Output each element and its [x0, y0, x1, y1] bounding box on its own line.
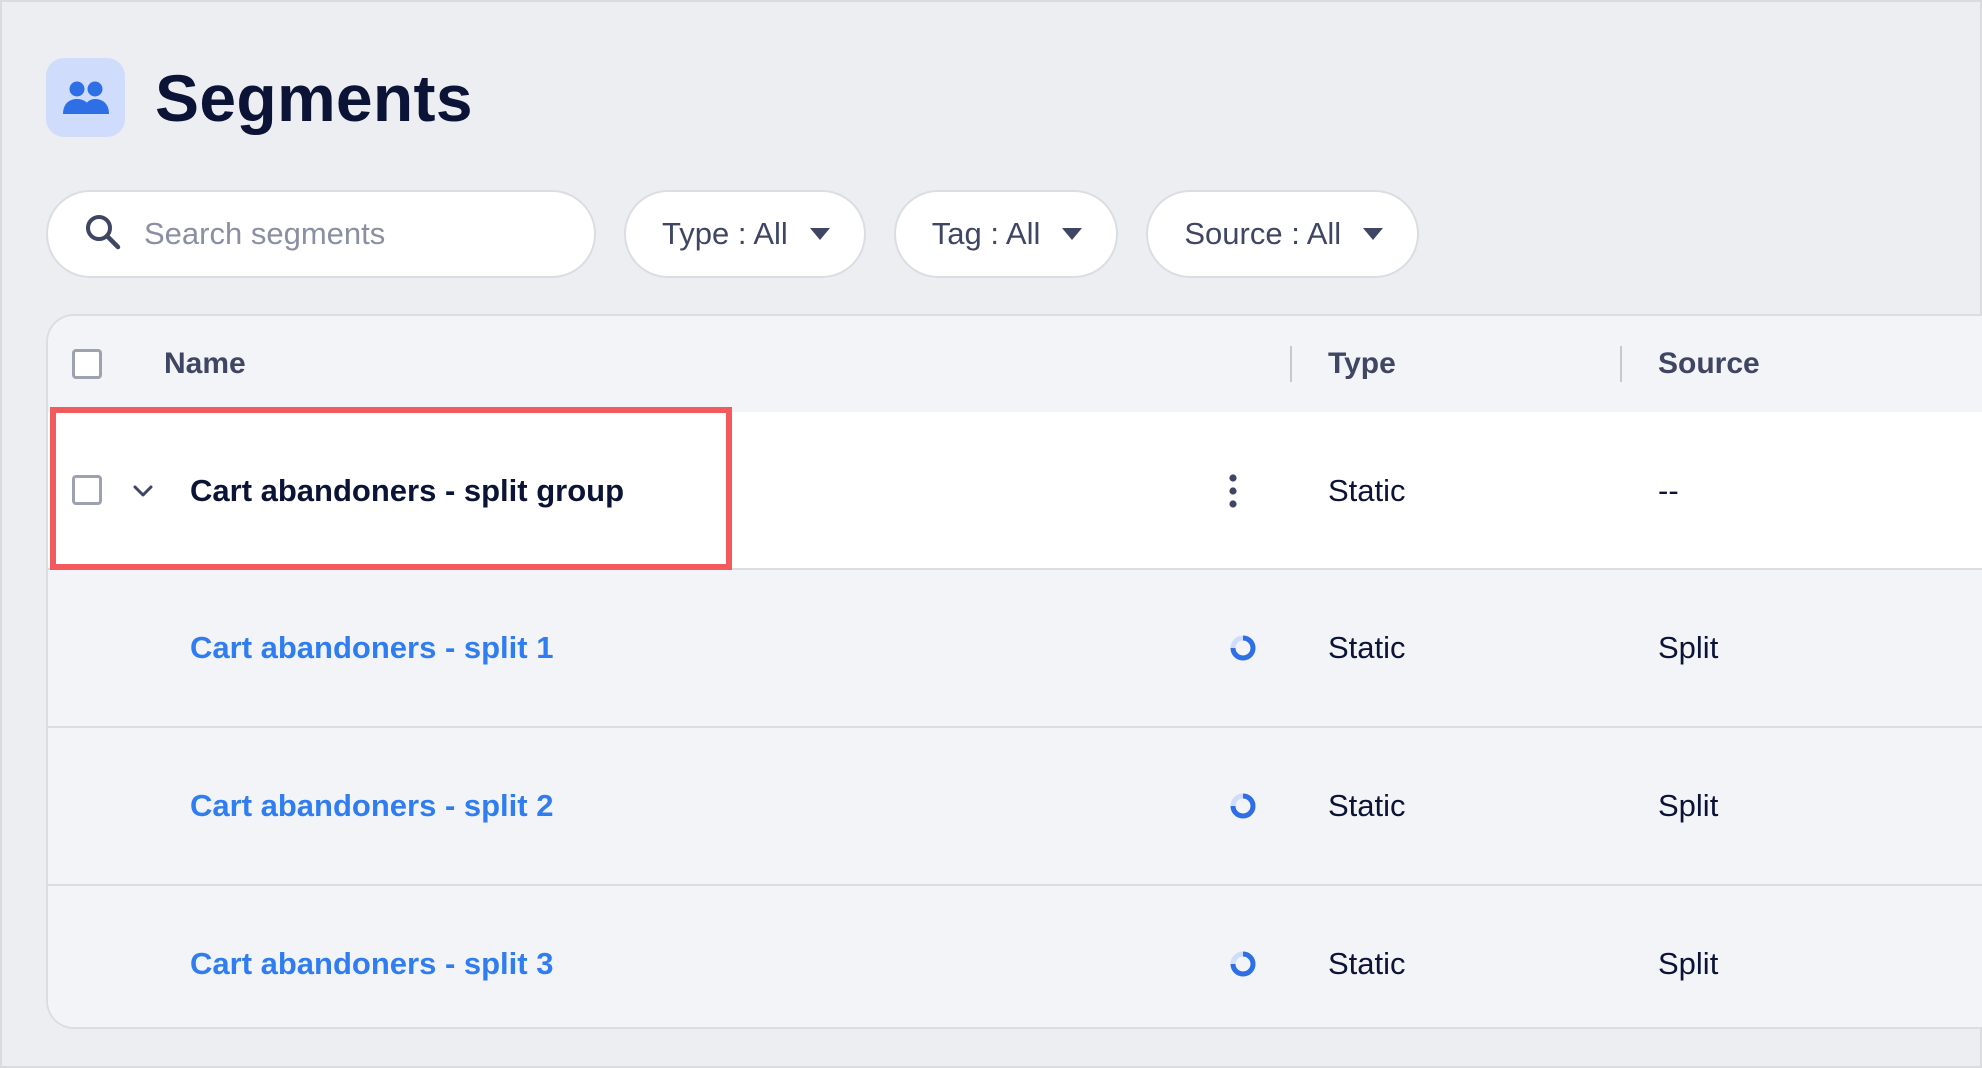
- table-row-group[interactable]: Cart abandoners - split group Static --: [48, 412, 1982, 570]
- group-name[interactable]: Cart abandoners - split group: [190, 412, 624, 570]
- source-cell: Split: [1658, 788, 1719, 823]
- search-box[interactable]: [46, 190, 596, 278]
- row-checkbox[interactable]: [72, 475, 102, 505]
- caret-down-icon: [809, 228, 830, 240]
- caret-down-icon: [1062, 228, 1083, 240]
- tag-filter-dropdown[interactable]: Tag : All: [893, 190, 1119, 278]
- type-filter-dropdown[interactable]: Type : All: [624, 190, 866, 278]
- page-header: Segments: [46, 57, 473, 138]
- search-input[interactable]: [144, 216, 564, 252]
- more-options-icon[interactable]: [1228, 412, 1238, 570]
- table-row[interactable]: Cart abandoners - split 3 Static Split: [48, 884, 1982, 1027]
- tag-filter-label: Tag : All: [931, 216, 1041, 251]
- filter-bar: Type : All Tag : All Source : All: [46, 190, 1420, 278]
- page-title: Segments: [155, 60, 473, 135]
- table-row[interactable]: Cart abandoners - split 2 Static Split: [48, 726, 1982, 884]
- loading-spinner-icon: [1228, 570, 1258, 726]
- source-filter-label: Source : All: [1184, 216, 1342, 251]
- type-cell: Static: [1328, 473, 1406, 508]
- column-header-source[interactable]: Source: [1658, 316, 1760, 412]
- loading-spinner-icon: [1228, 886, 1258, 1027]
- column-divider[interactable]: [1290, 346, 1292, 382]
- table-header: Name Type Source: [48, 316, 1982, 412]
- source-cell: Split: [1658, 946, 1719, 981]
- select-all-checkbox[interactable]: [72, 349, 102, 379]
- segment-link[interactable]: Cart abandoners - split 3: [190, 886, 553, 1027]
- source-filter-dropdown[interactable]: Source : All: [1146, 190, 1420, 278]
- source-cell: --: [1658, 473, 1679, 508]
- column-divider[interactable]: [1620, 346, 1622, 382]
- source-cell: Split: [1658, 630, 1719, 665]
- segments-table: Name Type Source Cart abandoners - split…: [46, 314, 1982, 1029]
- type-cell: Static: [1328, 788, 1406, 823]
- segment-link[interactable]: Cart abandoners - split 2: [190, 728, 553, 884]
- chevron-down-icon[interactable]: [132, 412, 154, 570]
- caret-down-icon: [1363, 228, 1384, 240]
- type-cell: Static: [1328, 946, 1406, 981]
- type-filter-label: Type : All: [662, 216, 788, 251]
- type-cell: Static: [1328, 630, 1406, 665]
- search-icon: [84, 213, 122, 256]
- table-row[interactable]: Cart abandoners - split 1 Static Split: [48, 568, 1982, 726]
- segment-link[interactable]: Cart abandoners - split 1: [190, 570, 553, 726]
- column-header-type[interactable]: Type: [1328, 316, 1396, 412]
- users-icon: [46, 58, 125, 137]
- loading-spinner-icon: [1228, 728, 1258, 884]
- column-header-name[interactable]: Name: [164, 316, 246, 412]
